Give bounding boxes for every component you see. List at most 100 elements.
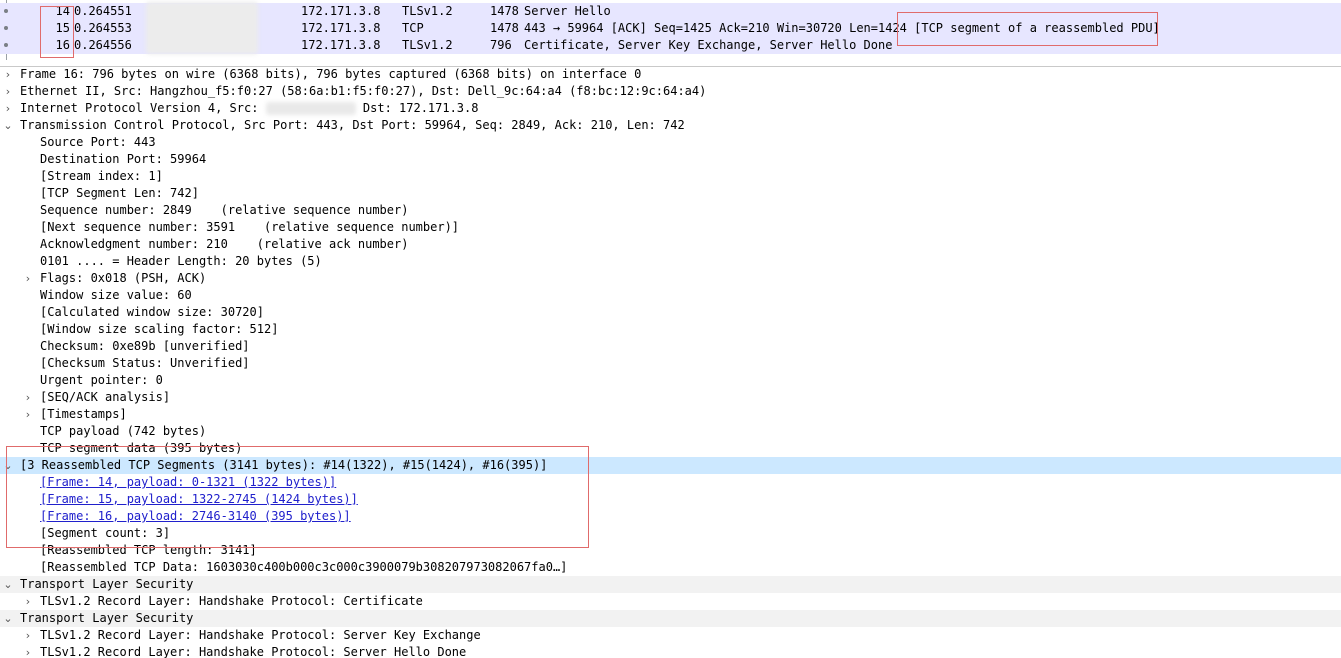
tree-item-label: Sequence number: 2849 (relative sequence… [40, 203, 409, 217]
packet-time: 0.264551 [74, 4, 132, 18]
tree-item-label: TCP payload (742 bytes) [40, 424, 207, 438]
tree-item-label: [SEQ/ACK analysis] [40, 390, 171, 404]
frame-link[interactable]: [Frame: 15, payload: 1322-2745 (1424 byt… [40, 491, 358, 508]
tcp-field[interactable]: [Checksum Status: Unverified] [0, 355, 1341, 372]
chevron-right-icon[interactable]: › [2, 83, 14, 100]
chevron-right-icon[interactable]: › [22, 593, 34, 610]
tree-item-label: Internet Protocol Version 4, Src: Dst: 1… [20, 100, 478, 117]
tree-item-tcp[interactable]: ⌄ Transmission Control Protocol, Src Por… [0, 117, 1341, 134]
chevron-down-icon[interactable]: ⌄ [2, 457, 14, 474]
tree-item-label: Source Port: 443 [40, 135, 156, 149]
tcp-field-seq-ack[interactable]: › [SEQ/ACK analysis] [0, 389, 1341, 406]
tree-item-reassembled-segments[interactable]: ⌄ [3 Reassembled TCP Segments (3141 byte… [0, 457, 1341, 474]
packet-tree-node [4, 9, 8, 13]
packet-length: 1478 [490, 21, 519, 35]
tree-item-ip[interactable]: › Internet Protocol Version 4, Src: Dst:… [0, 100, 1341, 117]
ip-dst: Dst: 172.171.3.8 [362, 101, 479, 115]
segment-count[interactable]: [Segment count: 3] [0, 525, 1341, 542]
packet-protocol: TLSv1.2 [402, 38, 453, 52]
tcp-field[interactable]: TCP payload (742 bytes) [0, 423, 1341, 440]
tree-item-label: [Reassembled TCP Data: 1603030c400b000c3… [40, 560, 568, 574]
reassembled-length[interactable]: [Reassembled TCP length: 3141] [0, 542, 1341, 559]
tree-item-label: [Window size scaling factor: 512] [40, 322, 279, 336]
packet-tree-node [4, 43, 8, 47]
tcp-field[interactable]: [Window size scaling factor: 512] [0, 321, 1341, 338]
chevron-right-icon[interactable]: › [22, 627, 34, 644]
tree-item-label: TLSv1.2 Record Layer: Handshake Protocol… [40, 594, 423, 608]
tcp-field[interactable]: Acknowledgment number: 210 (relative ack… [0, 236, 1341, 253]
packet-number: 15 [55, 21, 70, 35]
reassembled-frame-link[interactable]: [Frame: 16, payload: 2746-3140 (395 byte… [0, 508, 1341, 525]
tree-item-label: TLSv1.2 Record Layer: Handshake Protocol… [40, 645, 467, 658]
tree-item-label: 0101 .... = Header Length: 20 bytes (5) [40, 254, 322, 268]
packet-number: 14 [55, 4, 70, 18]
tree-item-label: [3 Reassembled TCP Segments (3141 bytes)… [20, 458, 548, 472]
tree-item-label: Acknowledgment number: 210 (relative ack… [40, 237, 409, 251]
chevron-right-icon[interactable]: › [22, 389, 34, 406]
tree-item-label: Checksum: 0xe89b [unverified] [40, 339, 250, 353]
tls-record-server-key-exchange[interactable]: › TLSv1.2 Record Layer: Handshake Protoc… [0, 627, 1341, 644]
tcp-field[interactable]: Window size value: 60 [0, 287, 1341, 304]
packet-time: 0.264556 [74, 38, 132, 52]
tree-item-label: [TCP Segment Len: 742] [40, 186, 199, 200]
tree-item-label: TCP segment data (395 bytes) [40, 441, 243, 455]
redacted-ip-address [265, 102, 356, 115]
tcp-field-timestamps[interactable]: › [Timestamps] [0, 406, 1341, 423]
tcp-field[interactable]: [Stream index: 1] [0, 168, 1341, 185]
chevron-down-icon[interactable]: ⌄ [2, 576, 14, 593]
chevron-right-icon[interactable]: › [2, 100, 14, 117]
frame-link[interactable]: [Frame: 16, payload: 2746-3140 (395 byte… [40, 508, 351, 525]
tree-item-label: [Reassembled TCP length: 3141] [40, 543, 257, 557]
tls-record-server-hello-done[interactable]: › TLSv1.2 Record Layer: Handshake Protoc… [0, 644, 1341, 658]
tree-item-label: Transport Layer Security [20, 577, 194, 591]
tcp-field[interactable]: [Next sequence number: 3591 (relative se… [0, 219, 1341, 236]
tree-item-ethernet[interactable]: › Ethernet II, Src: Hangzhou_f5:f0:27 (5… [0, 83, 1341, 100]
ip-src-prefix: Internet Protocol Version 4, Src: [20, 101, 259, 115]
chevron-right-icon[interactable]: › [22, 644, 34, 658]
tls-record-certificate[interactable]: › TLSv1.2 Record Layer: Handshake Protoc… [0, 593, 1341, 610]
packet-destination: 172.171.3.8 [301, 4, 381, 18]
packet-destination: 172.171.3.8 [301, 38, 381, 52]
packet-list-pane: 14 0.264551 172.171.3.8 TLSv1.2 1478 Ser… [0, 0, 1341, 60]
tcp-field[interactable]: Urgent pointer: 0 [0, 372, 1341, 389]
tree-item-tls-1[interactable]: ⌄ Transport Layer Security [0, 576, 1341, 593]
packet-details-pane: › Frame 16: 796 bytes on wire (6368 bits… [0, 66, 1341, 658]
tree-item-label: Frame 16: 796 bytes on wire (6368 bits),… [20, 67, 642, 81]
reassembled-data[interactable]: [Reassembled TCP Data: 1603030c400b000c3… [0, 559, 1341, 576]
tree-item-label: Flags: 0x018 (PSH, ACK) [40, 271, 207, 285]
tree-item-label: [Next sequence number: 3591 (relative se… [40, 220, 460, 234]
tcp-field[interactable]: Checksum: 0xe89b [unverified] [0, 338, 1341, 355]
chevron-down-icon[interactable]: ⌄ [2, 117, 14, 134]
tree-item-label: Window size value: 60 [40, 288, 192, 302]
packet-protocol: TCP [402, 21, 424, 35]
chevron-right-icon[interactable]: › [22, 406, 34, 423]
packet-info: 443 → 59964 [ACK] Seq=1425 Ack=210 Win=3… [524, 21, 1160, 35]
tree-item-label: Urgent pointer: 0 [40, 373, 163, 387]
chevron-right-icon[interactable]: › [2, 66, 14, 83]
packet-info: Certificate, Server Key Exchange, Server… [524, 38, 893, 52]
tcp-field[interactable]: Source Port: 443 [0, 134, 1341, 151]
packet-tree-node [4, 26, 8, 30]
chevron-right-icon[interactable]: › [22, 270, 34, 287]
tree-item-label: [Segment count: 3] [40, 526, 171, 540]
tcp-field[interactable]: Destination Port: 59964 [0, 151, 1341, 168]
tcp-field[interactable]: [TCP Segment Len: 742] [0, 185, 1341, 202]
tcp-field[interactable]: TCP segment data (395 bytes) [0, 440, 1341, 457]
packet-destination: 172.171.3.8 [301, 21, 381, 35]
packet-info: Server Hello [524, 4, 611, 18]
tree-item-label: Destination Port: 59964 [40, 152, 207, 166]
tree-item-label: TLSv1.2 Record Layer: Handshake Protocol… [40, 628, 481, 642]
packet-time: 0.264553 [74, 21, 132, 35]
tcp-field-flags[interactable]: › Flags: 0x018 (PSH, ACK) [0, 270, 1341, 287]
reassembled-frame-link[interactable]: [Frame: 14, payload: 0-1321 (1322 bytes)… [0, 474, 1341, 491]
tree-item-frame[interactable]: › Frame 16: 796 bytes on wire (6368 bits… [0, 66, 1341, 83]
frame-link[interactable]: [Frame: 14, payload: 0-1321 (1322 bytes)… [40, 474, 336, 491]
tcp-field[interactable]: [Calculated window size: 30720] [0, 304, 1341, 321]
packet-number: 16 [55, 38, 70, 52]
redacted-source-address [146, 2, 258, 54]
tcp-field[interactable]: 0101 .... = Header Length: 20 bytes (5) [0, 253, 1341, 270]
chevron-down-icon[interactable]: ⌄ [2, 610, 14, 627]
tree-item-tls-2[interactable]: ⌄ Transport Layer Security [0, 610, 1341, 627]
reassembled-frame-link[interactable]: [Frame: 15, payload: 1322-2745 (1424 byt… [0, 491, 1341, 508]
tcp-field[interactable]: Sequence number: 2849 (relative sequence… [0, 202, 1341, 219]
